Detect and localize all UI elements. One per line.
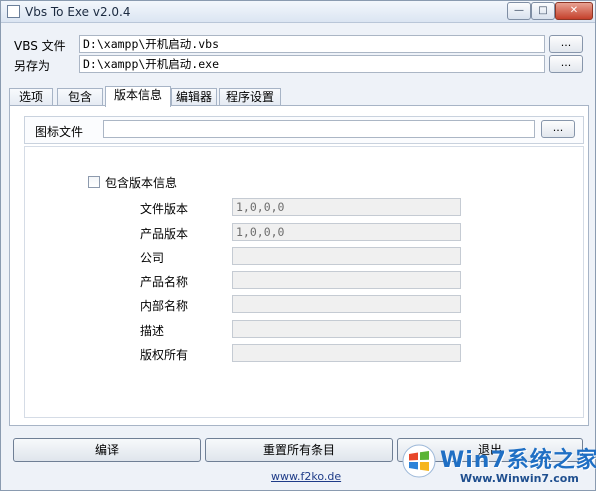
app-icon: [7, 5, 20, 18]
company-label: 公司: [140, 251, 165, 265]
watermark: Win7系统之家 Www.Winwin7.com: [396, 438, 596, 491]
copyright-input[interactable]: [232, 344, 461, 362]
company-input[interactable]: [232, 247, 461, 265]
icon-file-input[interactable]: [103, 120, 535, 138]
tab-options[interactable]: 选项: [9, 88, 53, 106]
copyright-label: 版权所有: [140, 348, 189, 362]
save-as-browse-button[interactable]: ...: [549, 55, 583, 73]
save-as-input[interactable]: D:\xampp\开机启动.exe: [79, 55, 545, 73]
website-link[interactable]: www.f2ko.de: [271, 470, 341, 483]
maximize-button[interactable]: □: [531, 2, 555, 20]
product-version-input[interactable]: 1,0,0,0: [232, 223, 461, 241]
file-version-input[interactable]: 1,0,0,0: [232, 198, 461, 216]
reset-all-button[interactable]: 重置所有条目: [205, 438, 393, 462]
version-info-group: 包含版本信息 文件版本 1,0,0,0 产品版本 1,0,0,0 公司 产品名称…: [24, 146, 584, 418]
version-info-panel: 图标文件 ... 包含版本信息 文件版本 1,0,0,0 产品版本 1,0,0,…: [9, 105, 589, 426]
file-version-label: 文件版本: [140, 202, 189, 216]
vbs-file-label: VBS 文件: [14, 39, 66, 53]
close-button[interactable]: ✕: [555, 2, 593, 20]
watermark-title: Win7系统之家: [440, 448, 596, 473]
vbs-file-input[interactable]: D:\xampp\开机启动.vbs: [79, 35, 545, 53]
product-version-label: 产品版本: [140, 227, 189, 241]
internal-name-label: 内部名称: [140, 299, 189, 313]
tab-editor[interactable]: 编辑器: [171, 88, 217, 106]
product-name-label: 产品名称: [140, 275, 189, 289]
app-window: Vbs To Exe v2.0.4 — □ ✕ VBS 文件 D:\xampp\…: [0, 0, 596, 491]
watermark-url: Www.Winwin7.com: [460, 472, 579, 485]
include-version-label: 包含版本信息: [105, 176, 178, 190]
windows-logo-icon: [402, 444, 436, 478]
tab-program-settings[interactable]: 程序设置: [219, 88, 281, 106]
tab-include[interactable]: 包含: [57, 88, 103, 106]
vbs-browse-button[interactable]: ...: [549, 35, 583, 53]
window-title: Vbs To Exe v2.0.4: [25, 5, 131, 19]
icon-file-row: 图标文件 ...: [24, 116, 584, 144]
icon-file-label: 图标文件: [35, 125, 84, 139]
include-version-checkbox[interactable]: [88, 176, 100, 188]
compile-button[interactable]: 编译: [13, 438, 201, 462]
title-bar[interactable]: Vbs To Exe v2.0.4 — □ ✕: [1, 1, 595, 23]
icon-browse-button[interactable]: ...: [541, 120, 575, 138]
minimize-button[interactable]: —: [507, 2, 531, 20]
description-input[interactable]: [232, 320, 461, 338]
tab-version-info[interactable]: 版本信息: [105, 86, 171, 107]
description-label: 描述: [140, 324, 165, 338]
product-name-input[interactable]: [232, 271, 461, 289]
save-as-label: 另存为: [14, 59, 51, 73]
internal-name-input[interactable]: [232, 295, 461, 313]
